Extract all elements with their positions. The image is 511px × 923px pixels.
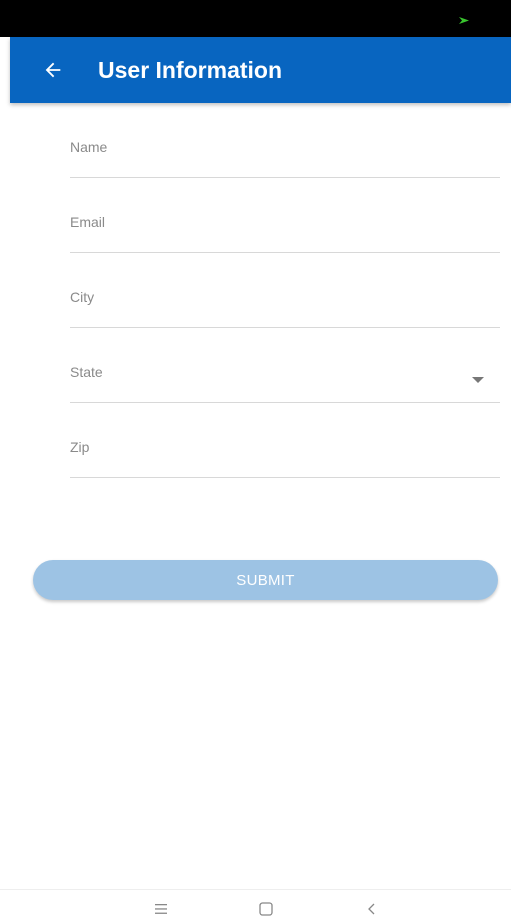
chevron-down-icon[interactable] [472, 377, 484, 383]
state-label: State [70, 364, 103, 380]
city-field[interactable]: City [70, 253, 500, 328]
zip-input[interactable] [70, 449, 500, 475]
system-nav-bar [0, 889, 511, 923]
home-icon[interactable] [257, 902, 275, 916]
zip-field[interactable]: Zip [70, 403, 500, 478]
email-field[interactable]: Email [70, 178, 500, 253]
back-icon[interactable] [363, 902, 381, 916]
back-button[interactable] [28, 45, 78, 95]
app-bar: User Information [10, 37, 511, 103]
name-field[interactable]: Name [70, 103, 500, 178]
page-title: User Information [98, 56, 283, 83]
name-input[interactable] [70, 149, 500, 175]
status-bar [0, 0, 511, 37]
submit-button[interactable]: SUBMIT [33, 560, 498, 600]
email-input[interactable] [70, 224, 500, 250]
state-dropdown[interactable]: State [70, 328, 500, 403]
user-form: Name Email City State Zip [70, 103, 500, 478]
menu-icon[interactable] [152, 902, 170, 916]
city-input[interactable] [70, 299, 500, 325]
arrow-left-icon [45, 62, 61, 78]
status-indicator-icon [459, 17, 469, 24]
screen: User Information Name Email City State Z… [0, 0, 511, 923]
